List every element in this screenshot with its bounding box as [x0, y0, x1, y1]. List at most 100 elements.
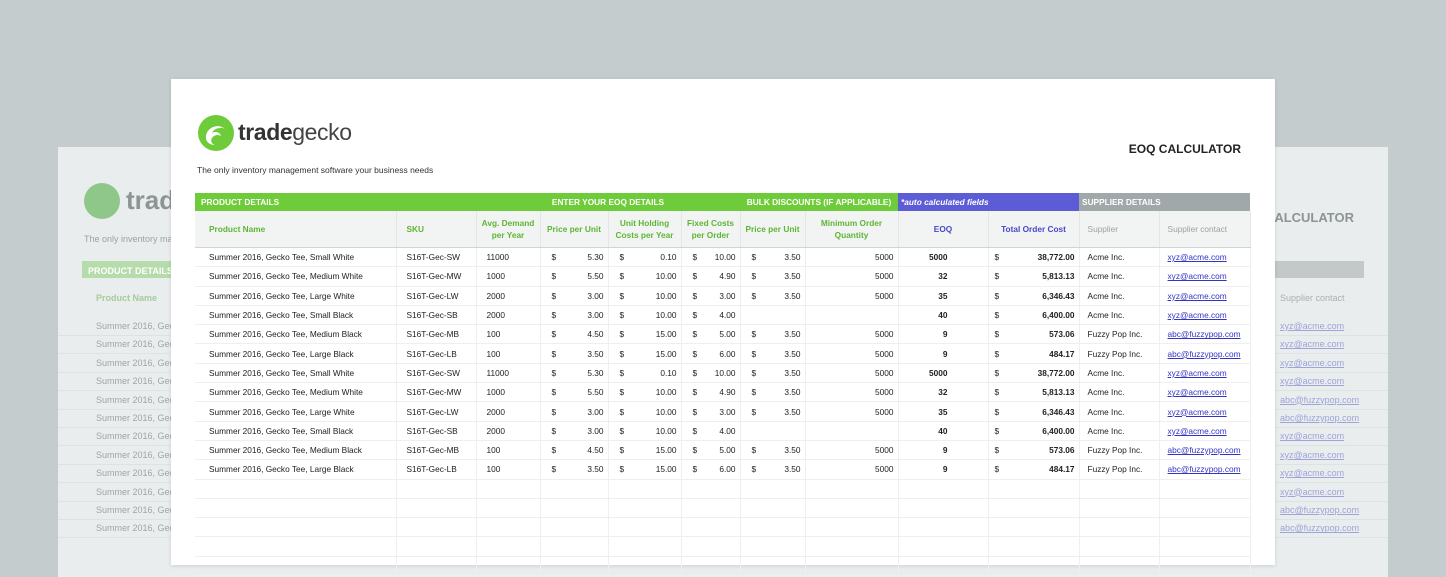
empty-cell[interactable]	[681, 517, 741, 538]
empty-cell[interactable]	[1159, 517, 1251, 538]
cell-holding-costs[interactable]: $10.00	[608, 286, 682, 306]
cell-fixed-costs[interactable]: $10.00	[681, 247, 741, 268]
cell-price-per-unit[interactable]: $5.30	[540, 247, 609, 268]
email-link[interactable]: xyz@acme.com	[1168, 271, 1227, 281]
empty-cell[interactable]	[476, 498, 541, 519]
cell-min-order-qty[interactable]: 5000	[805, 286, 899, 306]
cell-bulk-price[interactable]	[740, 305, 806, 326]
cell-avg-demand[interactable]: 2000	[476, 421, 541, 441]
empty-cell[interactable]	[195, 517, 397, 538]
empty-cell[interactable]	[195, 479, 397, 499]
cell-price-per-unit[interactable]: $5.30	[540, 363, 609, 384]
empty-cell[interactable]	[988, 479, 1080, 499]
cell-bulk-price[interactable]: $3.50	[740, 247, 806, 268]
cell-fixed-costs[interactable]: $3.00	[681, 401, 741, 422]
email-link[interactable]: abc@fuzzypop.com	[1168, 349, 1241, 359]
empty-cell[interactable]	[1079, 479, 1160, 499]
cell-supplier[interactable]: Acme Inc.	[1079, 305, 1160, 326]
cell-holding-costs[interactable]: $10.00	[608, 305, 682, 326]
cell-fixed-costs[interactable]: $4.90	[681, 266, 741, 287]
cell-fixed-costs[interactable]: $6.00	[681, 343, 741, 364]
cell-min-order-qty[interactable]: 5000	[805, 343, 899, 364]
cell-sku[interactable]: S16T-Gec-SB	[396, 421, 477, 441]
cell-sku[interactable]: S16T-Gec-MW	[396, 382, 477, 403]
cell-supplier-contact[interactable]: xyz@acme.com	[1159, 247, 1251, 268]
cell-supplier[interactable]: Fuzzy Pop Inc.	[1079, 324, 1160, 345]
cell-bulk-price[interactable]: $3.50	[740, 401, 806, 422]
email-link[interactable]: xyz@acme.com	[1168, 407, 1227, 417]
cell-supplier[interactable]: Fuzzy Pop Inc.	[1079, 343, 1160, 364]
cell-min-order-qty[interactable]	[805, 305, 899, 326]
email-link[interactable]: abc@fuzzypop.com	[1168, 329, 1241, 339]
empty-cell[interactable]	[805, 498, 899, 519]
empty-cell[interactable]	[1079, 556, 1160, 577]
empty-cell[interactable]	[608, 556, 682, 577]
empty-cell[interactable]	[1159, 536, 1251, 557]
empty-cell[interactable]	[540, 556, 609, 577]
cell-min-order-qty[interactable]: 5000	[805, 440, 899, 461]
cell-sku[interactable]: S16T-Gec-MB	[396, 324, 477, 345]
cell-supplier[interactable]: Acme Inc.	[1079, 421, 1160, 441]
cell-supplier-contact[interactable]: abc@fuzzypop.com	[1159, 459, 1251, 480]
cell-sku[interactable]: S16T-Gec-LB	[396, 343, 477, 364]
cell-supplier-contact[interactable]: xyz@acme.com	[1159, 266, 1251, 287]
cell-product-name[interactable]: Summer 2016, Gecko Tee, Medium Black	[195, 324, 397, 345]
cell-supplier[interactable]: Acme Inc.	[1079, 401, 1160, 422]
cell-avg-demand[interactable]: 2000	[476, 305, 541, 326]
empty-cell[interactable]	[898, 517, 989, 538]
empty-cell[interactable]	[396, 498, 477, 519]
empty-cell[interactable]	[608, 536, 682, 557]
cell-fixed-costs[interactable]: $5.00	[681, 440, 741, 461]
cell-product-name[interactable]: Summer 2016, Gecko Tee, Small Black	[195, 421, 397, 441]
cell-price-per-unit[interactable]: $3.00	[540, 421, 609, 441]
cell-min-order-qty[interactable]: 5000	[805, 382, 899, 403]
cell-holding-costs[interactable]: $10.00	[608, 421, 682, 441]
cell-avg-demand[interactable]: 100	[476, 324, 541, 345]
empty-cell[interactable]	[681, 498, 741, 519]
cell-bulk-price[interactable]: $3.50	[740, 324, 806, 345]
cell-holding-costs[interactable]: $10.00	[608, 382, 682, 403]
cell-min-order-qty[interactable]: 5000	[805, 324, 899, 345]
empty-cell[interactable]	[608, 498, 682, 519]
cell-product-name[interactable]: Summer 2016, Gecko Tee, Large Black	[195, 459, 397, 480]
cell-bulk-price[interactable]: $3.50	[740, 382, 806, 403]
empty-cell[interactable]	[805, 536, 899, 557]
empty-cell[interactable]	[988, 556, 1080, 577]
cell-bulk-price[interactable]: $3.50	[740, 286, 806, 306]
empty-cell[interactable]	[1159, 479, 1251, 499]
empty-cell[interactable]	[740, 556, 806, 577]
cell-min-order-qty[interactable]: 5000	[805, 401, 899, 422]
cell-fixed-costs[interactable]: $10.00	[681, 363, 741, 384]
cell-supplier[interactable]: Acme Inc.	[1079, 247, 1160, 268]
cell-price-per-unit[interactable]: $5.50	[540, 266, 609, 287]
cell-product-name[interactable]: Summer 2016, Gecko Tee, Large White	[195, 286, 397, 306]
cell-min-order-qty[interactable]: 5000	[805, 266, 899, 287]
cell-supplier[interactable]: Acme Inc.	[1079, 286, 1160, 306]
cell-product-name[interactable]: Summer 2016, Gecko Tee, Large White	[195, 401, 397, 422]
empty-cell[interactable]	[195, 498, 397, 519]
empty-cell[interactable]	[681, 479, 741, 499]
cell-holding-costs[interactable]: $15.00	[608, 343, 682, 364]
cell-product-name[interactable]: Summer 2016, Gecko Tee, Small White	[195, 363, 397, 384]
cell-fixed-costs[interactable]: $4.90	[681, 382, 741, 403]
cell-supplier-contact[interactable]: abc@fuzzypop.com	[1159, 440, 1251, 461]
empty-cell[interactable]	[476, 536, 541, 557]
cell-price-per-unit[interactable]: $3.50	[540, 343, 609, 364]
empty-cell[interactable]	[540, 498, 609, 519]
cell-bulk-price[interactable]: $3.50	[740, 459, 806, 480]
empty-cell[interactable]	[805, 556, 899, 577]
empty-cell[interactable]	[1079, 517, 1160, 538]
cell-price-per-unit[interactable]: $3.00	[540, 401, 609, 422]
cell-price-per-unit[interactable]: $3.00	[540, 305, 609, 326]
empty-cell[interactable]	[1159, 498, 1251, 519]
empty-cell[interactable]	[608, 479, 682, 499]
empty-cell[interactable]	[898, 536, 989, 557]
email-link[interactable]: abc@fuzzypop.com	[1168, 445, 1241, 455]
cell-avg-demand[interactable]: 1000	[476, 382, 541, 403]
cell-avg-demand[interactable]: 100	[476, 440, 541, 461]
cell-product-name[interactable]: Summer 2016, Gecko Tee, Medium White	[195, 382, 397, 403]
email-link[interactable]: xyz@acme.com	[1168, 310, 1227, 320]
empty-cell[interactable]	[608, 517, 682, 538]
empty-cell[interactable]	[740, 536, 806, 557]
cell-supplier[interactable]: Acme Inc.	[1079, 266, 1160, 287]
